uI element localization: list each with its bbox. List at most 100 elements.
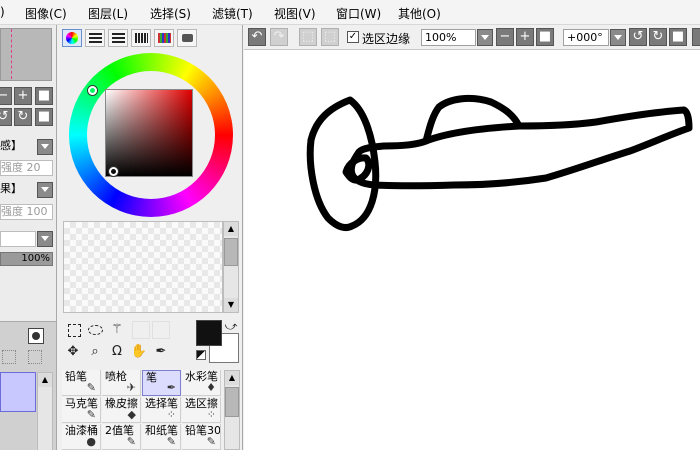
tab-hsv-sliders[interactable] xyxy=(108,29,128,47)
layer-copy-icon[interactable] xyxy=(28,350,42,364)
layer-item-selected[interactable] xyxy=(0,372,36,412)
menu-image[interactable]: 图像(C) xyxy=(25,5,67,22)
flip-horizontal-button[interactable] xyxy=(692,28,700,46)
brush-pen[interactable]: 笔 ✒ xyxy=(142,370,181,396)
rotation-field[interactable]: +000° xyxy=(563,29,609,46)
lasso-icon[interactable] xyxy=(88,325,103,335)
texture-strength-field[interactable]: 强度 20 xyxy=(0,160,53,176)
brush-watercolor[interactable]: 水彩笔 ♦ xyxy=(182,370,221,396)
swatches-icon xyxy=(158,33,171,43)
move-icon[interactable]: ✥ xyxy=(64,343,82,361)
rotate-right-button[interactable]: ↻ xyxy=(14,108,32,126)
swap-colors-icon[interactable]: ⤻ xyxy=(222,317,240,335)
effect-dropdown[interactable] xyxy=(37,182,53,198)
brush-scroll-up-arrow[interactable]: ▲ xyxy=(225,371,239,385)
hue-marker[interactable] xyxy=(88,86,97,95)
layer-scrollbar[interactable]: ▲ xyxy=(37,372,53,450)
menu-view[interactable]: 视图(V) xyxy=(274,5,316,22)
brush-scroll-thumb[interactable] xyxy=(225,387,239,417)
saturation-value-square[interactable] xyxy=(105,89,193,177)
magic-wand-icon[interactable]: ⚚ xyxy=(108,321,126,339)
menu-layer[interactable]: 图层(L) xyxy=(88,5,128,22)
scratchpad-scroll-thumb[interactable] xyxy=(224,238,238,266)
brush-scrollbar[interactable]: ▲ xyxy=(224,370,240,450)
scratchpad-icon xyxy=(182,34,193,42)
menu-filter[interactable]: 滤镜(T) xyxy=(212,5,253,22)
blend-mode-dropdown[interactable] xyxy=(37,231,53,247)
brush-pencil[interactable]: 铅笔 ✎ xyxy=(62,370,101,396)
washi-pen-icon: ✎ xyxy=(166,435,176,448)
tab-swatches[interactable] xyxy=(154,29,174,47)
texture-dropdown[interactable] xyxy=(37,139,53,155)
layer-folder-icon[interactable] xyxy=(2,350,16,364)
zoom-level-field[interactable]: 100% xyxy=(421,29,476,46)
brush-bucket[interactable]: 油漆桶 ● xyxy=(62,424,101,450)
toolbar-zoom-out-button[interactable]: − xyxy=(496,28,514,46)
scratchpad-area[interactable] xyxy=(63,221,223,313)
toolbar-zoom-reset-button[interactable]: ■ xyxy=(536,28,554,46)
tool-slot-empty-2 xyxy=(152,321,170,339)
undo-button[interactable]: ↶ xyxy=(248,28,266,46)
tab-color-mixer[interactable] xyxy=(131,29,151,47)
scratchpad-scroll-down-arrow[interactable]: ▼ xyxy=(224,298,238,312)
menu-bar: ) 图像(C) 图层(L) 选择(S) 滤镜(T) 视图(V) 窗口(W) 其他… xyxy=(0,0,700,25)
brush-eraser[interactable]: 橡皮擦 ◆ xyxy=(102,397,141,423)
deselect-button[interactable]: ⬚ xyxy=(299,28,317,46)
brush-pencil30[interactable]: 铅笔30 ✎ xyxy=(182,424,221,450)
pen-icon: ✒ xyxy=(166,381,176,394)
toolbar-rotate-left-button[interactable]: ↺ xyxy=(629,28,647,46)
brush-binary-pen[interactable]: 2值笔 ✎ xyxy=(102,424,141,450)
watercolor-icon: ♦ xyxy=(206,381,216,394)
rect-select-icon[interactable] xyxy=(68,324,81,337)
scratchpad-scroll-up-arrow[interactable]: ▲ xyxy=(224,222,238,236)
toolbar-zoom-in-button[interactable]: + xyxy=(516,28,534,46)
effect-strength-field[interactable]: 强度 100 xyxy=(0,204,53,220)
menu-select[interactable]: 选择(S) xyxy=(150,5,191,22)
brush-label: 铅笔 xyxy=(65,370,87,383)
redo-button[interactable]: ↷ xyxy=(270,28,288,46)
layer-scroll-up-arrow[interactable]: ▲ xyxy=(38,373,52,387)
brush-washi-pen[interactable]: 和纸笔 ✎ xyxy=(142,424,181,450)
texture-select[interactable]: 感】 xyxy=(0,139,36,155)
menu-other[interactable]: 其他(O) xyxy=(398,5,441,22)
menu-window[interactable]: 窗口(W) xyxy=(336,5,381,22)
selection-edge-label[interactable]: 选区边缘 xyxy=(362,30,410,47)
drawing-canvas[interactable] xyxy=(244,50,700,450)
rotate-reset-button[interactable]: ■ xyxy=(35,108,53,126)
invert-select-button[interactable]: ⬚ xyxy=(321,28,339,46)
tab-rgb-sliders[interactable] xyxy=(85,29,105,47)
sketch-wing-inner-stroke xyxy=(422,122,523,145)
zoom-icon[interactable]: ⌕ xyxy=(86,343,104,361)
new-layer-button[interactable] xyxy=(28,328,44,344)
layer-panel: ▲ xyxy=(0,321,56,450)
sketch-body-stroke xyxy=(347,94,693,190)
reset-colors-icon[interactable] xyxy=(196,350,206,360)
rotate-left-button[interactable]: ↺ xyxy=(0,108,12,126)
tab-color-wheel[interactable] xyxy=(62,29,82,47)
zoom-in-button[interactable]: + xyxy=(14,87,32,105)
scratchpad-scrollbar[interactable]: ▲ ▼ xyxy=(223,221,239,313)
brush-select-pen[interactable]: 选择笔 ⁘ xyxy=(142,397,181,423)
opacity-value: 100% xyxy=(21,253,50,264)
main-color-swatch[interactable] xyxy=(196,320,222,346)
brush-airbrush[interactable]: 喷枪 ✈ xyxy=(102,370,141,396)
menu-fragment[interactable]: ) xyxy=(0,5,5,19)
toolbar-rotate-reset-button[interactable]: ■ xyxy=(669,28,687,46)
sv-marker[interactable] xyxy=(109,167,118,176)
rotation-dropdown[interactable] xyxy=(610,29,626,46)
effect-select[interactable]: 果】 xyxy=(0,182,36,198)
opacity-bar[interactable]: 100% xyxy=(0,252,53,266)
zoom-out-button[interactable]: − xyxy=(0,87,12,105)
rotate-icon[interactable]: Ω xyxy=(108,343,126,361)
zoom-reset-button[interactable]: ■ xyxy=(35,87,53,105)
hand-icon[interactable]: ✋ xyxy=(130,343,148,361)
toolbar-rotate-right-button[interactable]: ↻ xyxy=(649,28,667,46)
brush-marker[interactable]: 马克笔 ✎ xyxy=(62,397,101,423)
navigator-preview[interactable] xyxy=(0,28,52,81)
zoom-dropdown[interactable] xyxy=(477,29,493,46)
blend-mode-select[interactable] xyxy=(0,231,36,247)
selection-edge-checkbox[interactable]: ✓ xyxy=(347,31,359,43)
tab-scratchpad[interactable] xyxy=(177,29,197,47)
brush-select-eraser[interactable]: 选区擦 ⁘ xyxy=(182,397,221,423)
eyedropper-icon[interactable]: ✒ xyxy=(152,343,170,361)
